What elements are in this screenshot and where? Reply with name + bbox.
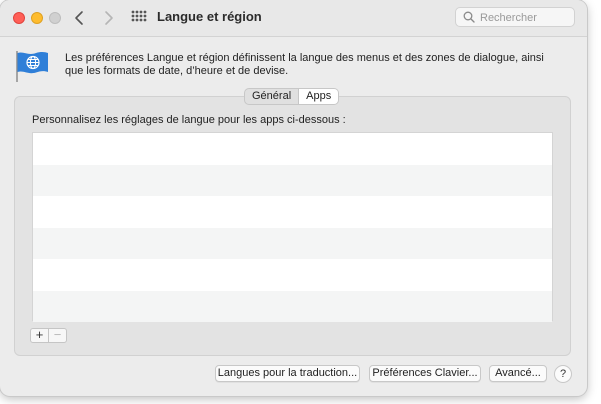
advanced-button[interactable]: Avancé...: [489, 365, 547, 382]
pane-description: Les préférences Langue et région définis…: [65, 52, 544, 77]
zoom-button[interactable]: [49, 12, 61, 24]
add-app-button[interactable]: +: [31, 329, 48, 342]
forward-button[interactable]: [98, 8, 118, 28]
search-field[interactable]: [455, 7, 575, 27]
remove-app-button[interactable]: −: [48, 329, 66, 342]
translation-languages-button[interactable]: Langues pour la traduction...: [215, 365, 360, 382]
show-all-button[interactable]: [130, 9, 148, 27]
back-button[interactable]: [70, 8, 90, 28]
keyboard-preferences-button[interactable]: Préférences Clavier...: [369, 365, 481, 382]
list-item[interactable]: [33, 164, 552, 196]
list-item[interactable]: [33, 259, 552, 291]
tab-bar: Général Apps: [244, 88, 340, 105]
grid-icon: [131, 10, 147, 22]
help-button[interactable]: ?: [554, 365, 572, 383]
preferences-window: Langue et région Les préférences Langue …: [0, 0, 587, 396]
title-bar: Langue et région: [0, 0, 587, 37]
minimize-button[interactable]: [31, 12, 43, 24]
search-input[interactable]: [478, 9, 574, 27]
list-item[interactable]: [33, 196, 552, 228]
window-title: Langue et région: [157, 9, 262, 24]
search-icon: [463, 11, 475, 23]
chevron-right-icon: [105, 11, 113, 25]
add-remove-control: + −: [30, 328, 67, 343]
close-button[interactable]: [13, 12, 25, 24]
tab-apps[interactable]: Apps: [298, 89, 339, 104]
list-item[interactable]: [33, 290, 552, 322]
tab-general[interactable]: Général: [245, 89, 298, 104]
chevron-left-icon: [75, 11, 83, 25]
apps-list[interactable]: [32, 132, 553, 322]
apps-prompt: Personnalisez les réglages de langue pou…: [32, 114, 346, 126]
list-item[interactable]: [33, 227, 552, 259]
list-item[interactable]: [33, 133, 552, 165]
globe-flag-icon: [16, 51, 48, 82]
